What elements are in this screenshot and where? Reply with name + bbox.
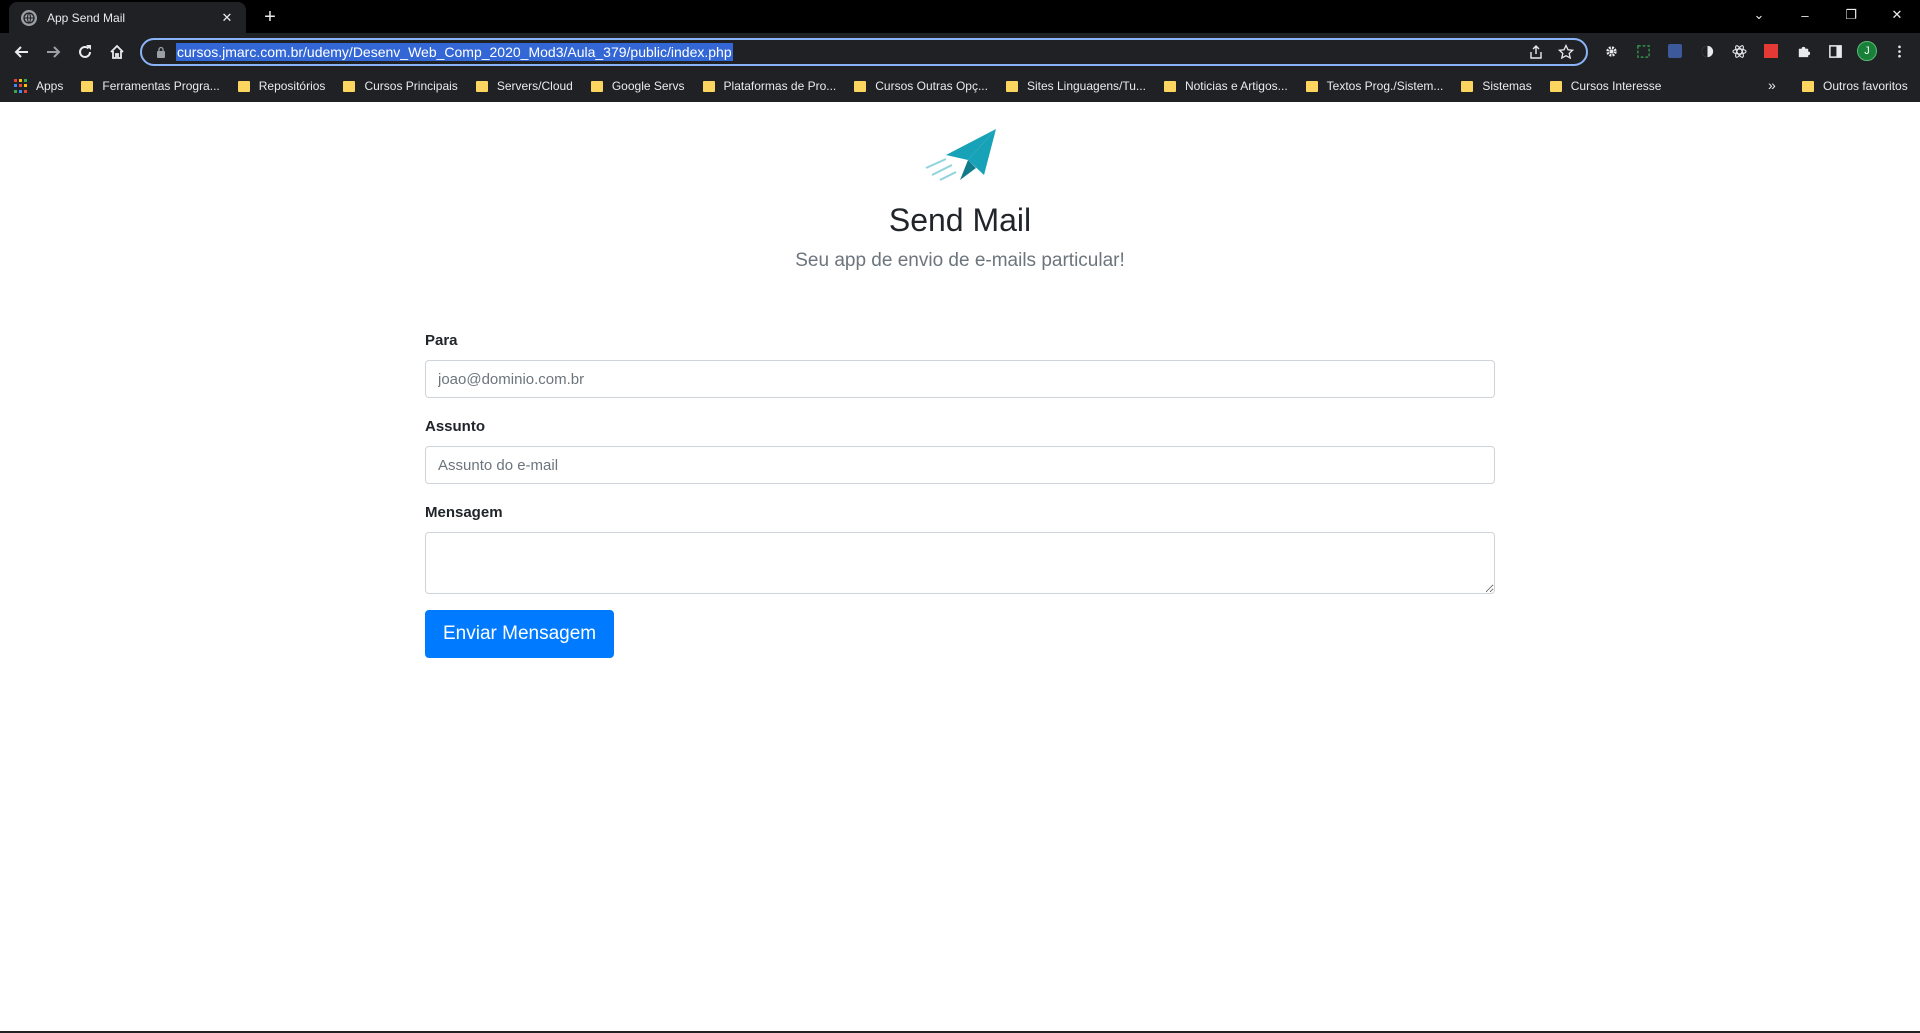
bookmark-label: Apps [36,79,64,93]
folder-icon [1305,80,1318,92]
side-panel-icon[interactable] [1824,40,1846,62]
bookmark-folder[interactable]: Ferramentas Progra... [81,79,220,93]
send-message-button[interactable]: Enviar Mensagem [425,610,615,658]
profile-avatar[interactable]: J [1856,40,1878,62]
bookmark-label: Noticias e Artigos... [1184,79,1288,93]
browser-toolbar: cursos.jmarc.com.br/udemy/Desenv_Web_Com… [0,33,1920,70]
bookmark-folder[interactable]: Google Servs [590,79,685,93]
bookmark-label: Outros favoritos [1823,79,1908,93]
bookmark-folder[interactable]: Noticias e Artigos... [1163,79,1288,93]
bookmark-label: Google Servs [611,79,685,93]
bookmark-folder[interactable]: Servers/Cloud [475,79,573,93]
window-controls: ⌄ – ❐ ✕ [1736,0,1920,30]
apps-grid-icon [14,79,28,93]
folder-icon [81,80,94,92]
arrow-left-icon [14,46,28,58]
bookmark-folder[interactable]: Textos Prog./Sistem... [1305,79,1444,93]
paper-plane-icon [925,129,996,181]
bookmark-label: Cursos Interesse [1570,79,1662,93]
bookmark-folder[interactable]: Plataformas de Pro... [702,79,837,93]
bookmark-label: Cursos Principais [364,79,458,93]
bookmark-folder[interactable]: Cursos Principais [343,79,458,93]
folder-icon [1163,80,1176,92]
share-icon[interactable] [1528,44,1544,60]
bookmark-label: Servers/Cloud [496,79,573,93]
folder-icon [1461,80,1474,92]
minimize-button[interactable]: – [1782,0,1828,30]
bookmark-folder[interactable]: Sistemas [1461,79,1532,93]
browser-tab[interactable]: App Send Mail ✕ [9,2,246,33]
bookmark-label: Plataformas de Pro... [723,79,837,93]
page-content: Send Mail Seu app de envio de e-mails pa… [0,102,1920,1033]
bookmark-star-icon[interactable] [1558,44,1574,60]
folder-icon [854,80,867,92]
close-window-button[interactable]: ✕ [1874,0,1920,30]
more-bookmarks-button[interactable]: » [1768,77,1776,93]
bookmark-folder[interactable]: Sites Linguagens/Tu... [1005,79,1146,93]
folder-icon [237,80,250,92]
tab-strip: App Send Mail ✕ + ⌄ – ❐ ✕ [0,0,1920,33]
window-extension-icon[interactable] [1664,40,1686,62]
react-extension-icon[interactable] [1728,40,1750,62]
message-group: Mensagem [425,502,1495,594]
page-title: Send Mail [888,202,1032,238]
reload-icon [79,45,91,58]
to-input[interactable] [425,360,1495,398]
bookmark-label: Repositórios [258,79,326,93]
globe-icon [21,9,37,26]
contrast-extension-icon[interactable] [1696,40,1718,62]
folder-icon [590,80,603,92]
red-extension-icon[interactable] [1760,40,1782,62]
other-bookmarks-folder[interactable]: Outros favoritos [1802,70,1908,102]
url-text[interactable]: cursos.jmarc.com.br/udemy/Desenv_Web_Com… [176,43,733,61]
restore-button[interactable]: ❐ [1828,0,1874,30]
bookmark-label: Cursos Outras Opç... [875,79,988,93]
lock-icon [157,46,165,58]
tab-close-icon[interactable]: ✕ [218,9,236,27]
home-button[interactable] [104,39,130,65]
folder-icon [1802,80,1814,92]
arrow-right-icon [47,46,61,58]
home-icon [110,44,124,59]
back-button[interactable] [9,39,35,65]
subject-input[interactable] [425,446,1495,484]
puzzle-icon[interactable] [1792,40,1814,62]
folder-icon [702,80,715,92]
address-bar[interactable]: cursos.jmarc.com.br/udemy/Desenv_Web_Com… [140,38,1588,66]
bookmark-label: Textos Prog./Sistem... [1326,79,1444,93]
bookmarks-bar: Apps Ferramentas Progra... Repositórios … [0,70,1920,102]
folder-icon [1005,80,1018,92]
screenshot-extension-icon[interactable] [1632,40,1654,62]
bookmark-label: Ferramentas Progra... [102,79,220,93]
message-label: Mensagem [425,504,503,521]
bookmark-label: Sistemas [1482,79,1532,93]
message-textarea[interactable] [425,532,1495,594]
to-group: Para [425,330,1495,398]
reload-button[interactable] [72,39,98,65]
tab-search-icon[interactable]: ⌄ [1736,0,1782,30]
subject-label: Assunto [425,418,485,435]
bookmark-label: Sites Linguagens/Tu... [1026,79,1146,93]
kebab-menu-icon[interactable] [1888,40,1910,62]
bookmark-folder[interactable]: Cursos Outras Opç... [854,79,988,93]
avatar: J [1857,41,1877,61]
bookmark-folder[interactable]: Cursos Interesse [1549,79,1662,93]
subject-group: Assunto [425,416,1495,484]
send-mail-form: Para Assunto Mensagem Enviar Mensagem [425,330,1495,658]
new-tab-button[interactable]: + [259,6,281,28]
bookmark-folder[interactable]: Repositórios [237,79,326,93]
bookmark-apps[interactable]: Apps [14,79,63,93]
gear-extension-icon[interactable] [1600,40,1622,62]
folder-icon [343,80,356,92]
extensions-area: J [1600,40,1910,62]
folder-icon [475,80,488,92]
forward-button[interactable] [40,39,66,65]
folder-icon [1549,80,1562,92]
to-label: Para [425,332,458,349]
tab-title: App Send Mail [47,10,126,25]
page-subtitle: Seu app de envio de e-mails particular! [795,250,1125,271]
